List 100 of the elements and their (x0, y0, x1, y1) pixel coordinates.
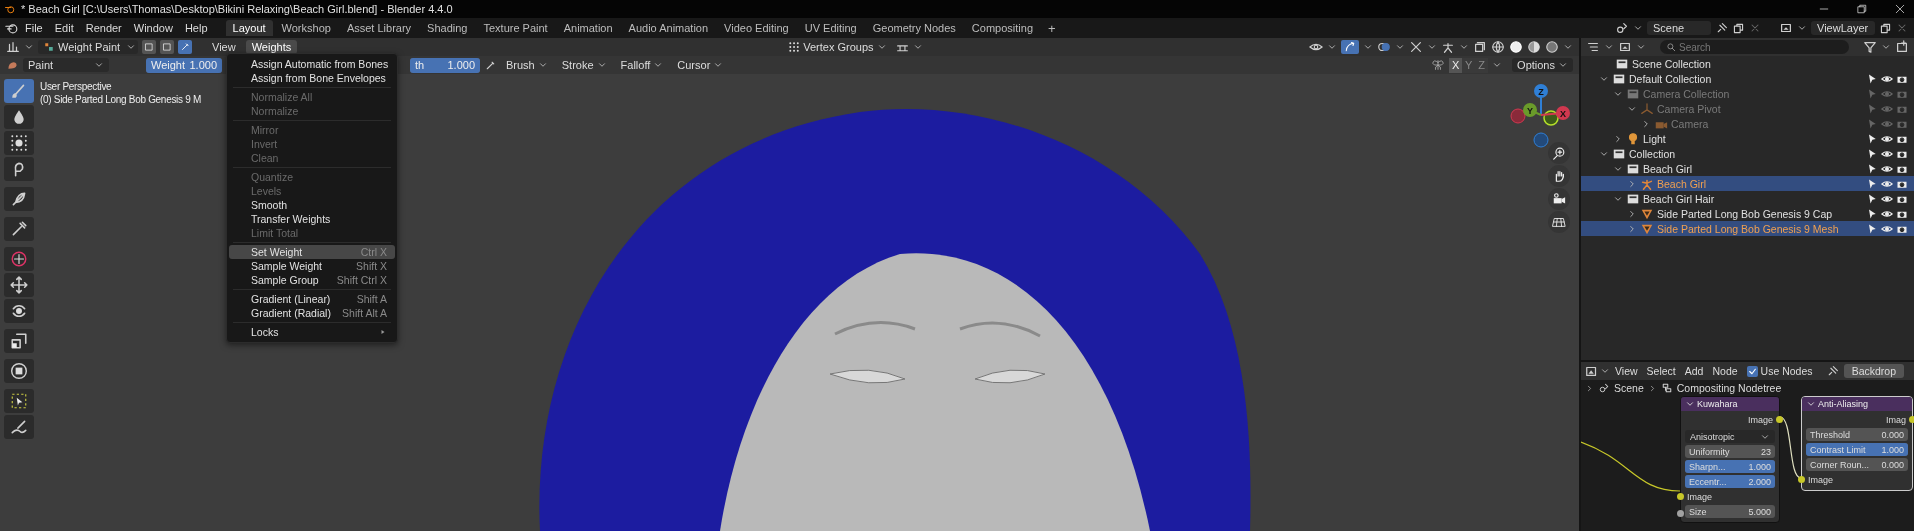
outliner-row[interactable]: Beach Girl (1581, 176, 1914, 191)
scene-icon[interactable] (1615, 21, 1629, 35)
header-menu[interactable]: View (1611, 364, 1642, 378)
mode-dropdown[interactable]: Weight Paint (38, 40, 138, 54)
header-menu[interactable]: Add (1680, 364, 1708, 378)
scale-tool-button[interactable] (4, 329, 34, 353)
perspective-grid-button[interactable] (1548, 211, 1570, 233)
outliner-row[interactable]: Beach Girl Hair (1581, 191, 1914, 206)
mirror-butterfly-icon[interactable] (1431, 58, 1446, 72)
rotate-tool-button[interactable] (4, 299, 34, 323)
mode-dropdown[interactable]: Anisotropic (1685, 430, 1775, 443)
popover-dropdown[interactable]: Brush (501, 58, 553, 72)
input-socket[interactable] (1677, 493, 1684, 500)
menu-item[interactable]: Gradient (Radial) Shift Alt A (229, 306, 395, 320)
mask-toggle[interactable] (178, 40, 192, 54)
move-tool-button[interactable] (4, 273, 34, 297)
image-stack-icon[interactable] (1779, 21, 1793, 35)
workspace-tab[interactable]: Compositing (964, 20, 1040, 36)
slider-field[interactable]: Eccentr... 2.000 (1685, 475, 1775, 488)
view-layer-field[interactable]: ViewLayer (1811, 21, 1875, 35)
outliner-row[interactable]: Scene Collection (1581, 56, 1914, 71)
cursor-tool-button[interactable] (4, 247, 34, 271)
camera-view-button[interactable] (1548, 188, 1570, 210)
symmetry-axis-toggle[interactable]: X (1449, 57, 1463, 73)
use-nodes-checkbox[interactable]: Use Nodes (1742, 365, 1817, 377)
workspace-tab[interactable]: Video Editing (717, 20, 796, 36)
slider-field[interactable]: Contrast Limit 1.000 (1806, 443, 1908, 456)
workspace-tab[interactable]: Layout (225, 20, 273, 36)
overlay-circles-icon[interactable] (1377, 40, 1391, 54)
paint-preset-dropdown[interactable]: Paint (23, 58, 109, 72)
copy-icon[interactable] (1732, 21, 1745, 35)
zoom-button[interactable] (1548, 142, 1570, 164)
material-sphere-icon[interactable] (1527, 40, 1541, 54)
figure-icon[interactable] (1441, 40, 1455, 54)
menu-item[interactable]: Gradient (Linear) Shift A (229, 292, 395, 306)
workspace-tab[interactable]: Geometry Nodes (865, 20, 963, 36)
wireframe-sphere-icon[interactable] (1491, 40, 1505, 54)
editor-type-icon[interactable] (1585, 364, 1599, 378)
menu-item[interactable]: Window (127, 20, 179, 36)
finger-tool-button[interactable] (4, 157, 34, 181)
menu-item[interactable]: Transfer Weights (229, 212, 395, 226)
workspace-tab[interactable]: Workshop (274, 20, 338, 36)
select-arrow-icon[interactable] (1866, 132, 1878, 145)
menu-item[interactable]: Help (178, 20, 214, 36)
menu-item[interactable]: File (19, 20, 49, 36)
menu-item[interactable]: Smooth (229, 198, 395, 212)
breadcrumb-item[interactable]: Compositing Nodetree (1676, 382, 1782, 394)
popover-dropdown[interactable]: Stroke (556, 58, 612, 72)
menu-item[interactable]: Assign from Bone Envelopes (229, 71, 395, 85)
compositor-node[interactable]: Kuwahara Image Anisotropic Uniformity 23 Sharpn... 1.000 Eccentr... 2.000 Image Size 5.000 (1680, 396, 1780, 523)
display-mode-icon[interactable] (1586, 40, 1600, 54)
copy-icon[interactable] (1879, 21, 1892, 35)
transform-tool-button[interactable] (4, 359, 34, 383)
workspace-tab[interactable]: Asset Library (339, 20, 419, 36)
slider-field[interactable]: Threshold 0.000 (1806, 428, 1908, 441)
header-menu[interactable]: Select (1642, 364, 1680, 378)
add-workspace-button[interactable]: + (1042, 20, 1062, 36)
dots-tool-button[interactable] (4, 131, 34, 155)
weight-slider[interactable]: Weight 1.000 (146, 57, 222, 73)
feather-tool-button[interactable] (4, 187, 34, 211)
header-menu[interactable]: Weights (245, 40, 298, 54)
popover-dropdown[interactable]: Falloff (615, 58, 669, 72)
workspace-tab[interactable]: Audio Animation (621, 20, 716, 36)
xray-icon[interactable] (1473, 40, 1487, 54)
rendered-sphere-icon[interactable] (1545, 40, 1559, 54)
workspace-tab[interactable]: Shading (420, 20, 475, 36)
close-icon[interactable] (1894, 3, 1906, 15)
slider-field[interactable]: Corner Roun... 0.000 (1806, 458, 1908, 471)
menu-item[interactable]: Assign Automatic from Bones (229, 57, 395, 71)
eyedropper-tool-button[interactable] (4, 217, 34, 241)
backdrop-button[interactable]: Backdrop (1843, 364, 1904, 378)
filter-funnel-icon[interactable] (1863, 40, 1877, 54)
gizmo-toggle[interactable] (1341, 40, 1359, 54)
workspace-tab[interactable]: Animation (556, 20, 620, 36)
restore-icon[interactable] (1856, 3, 1868, 15)
mask-toggle[interactable] (160, 40, 174, 54)
popover-dropdown[interactable]: Cursor (672, 58, 729, 72)
menu-item[interactable]: Sample Weight Shift X (229, 259, 395, 273)
outliner-row[interactable]: Default Collection (1581, 71, 1914, 86)
solid-sphere-icon[interactable] (1509, 40, 1523, 54)
select-arrow-icon[interactable] (1866, 192, 1878, 205)
workspace-tab[interactable]: UV Editing (797, 20, 864, 36)
options-dropdown[interactable]: Options (1512, 58, 1573, 72)
menu-item[interactable]: Sample Group Shift Ctrl X (229, 273, 395, 287)
number-field[interactable]: Uniformity 23 (1685, 445, 1775, 458)
menu-item[interactable]: Locks (229, 325, 395, 339)
blender-logo-icon[interactable] (5, 21, 19, 35)
menu-item[interactable]: Set Weight Ctrl X (229, 245, 395, 259)
scene-field[interactable]: Scene (1647, 21, 1711, 35)
output-socket[interactable] (1776, 416, 1783, 423)
new-collection-icon[interactable] (1895, 40, 1909, 54)
outliner-row[interactable]: Side Parted Long Bob Genesis 9 Cap (1581, 206, 1914, 221)
annotate-tool-button[interactable] (4, 415, 34, 439)
breadcrumb-item[interactable]: Scene (1614, 382, 1644, 394)
input-socket[interactable] (1677, 510, 1684, 517)
bone-pose-icon[interactable] (1409, 40, 1423, 54)
header-menu[interactable]: Node (1708, 364, 1742, 378)
image-stack-icon[interactable] (1618, 40, 1632, 54)
select-arrow-icon[interactable] (1866, 177, 1878, 190)
outliner-row[interactable]: Collection (1581, 146, 1914, 161)
